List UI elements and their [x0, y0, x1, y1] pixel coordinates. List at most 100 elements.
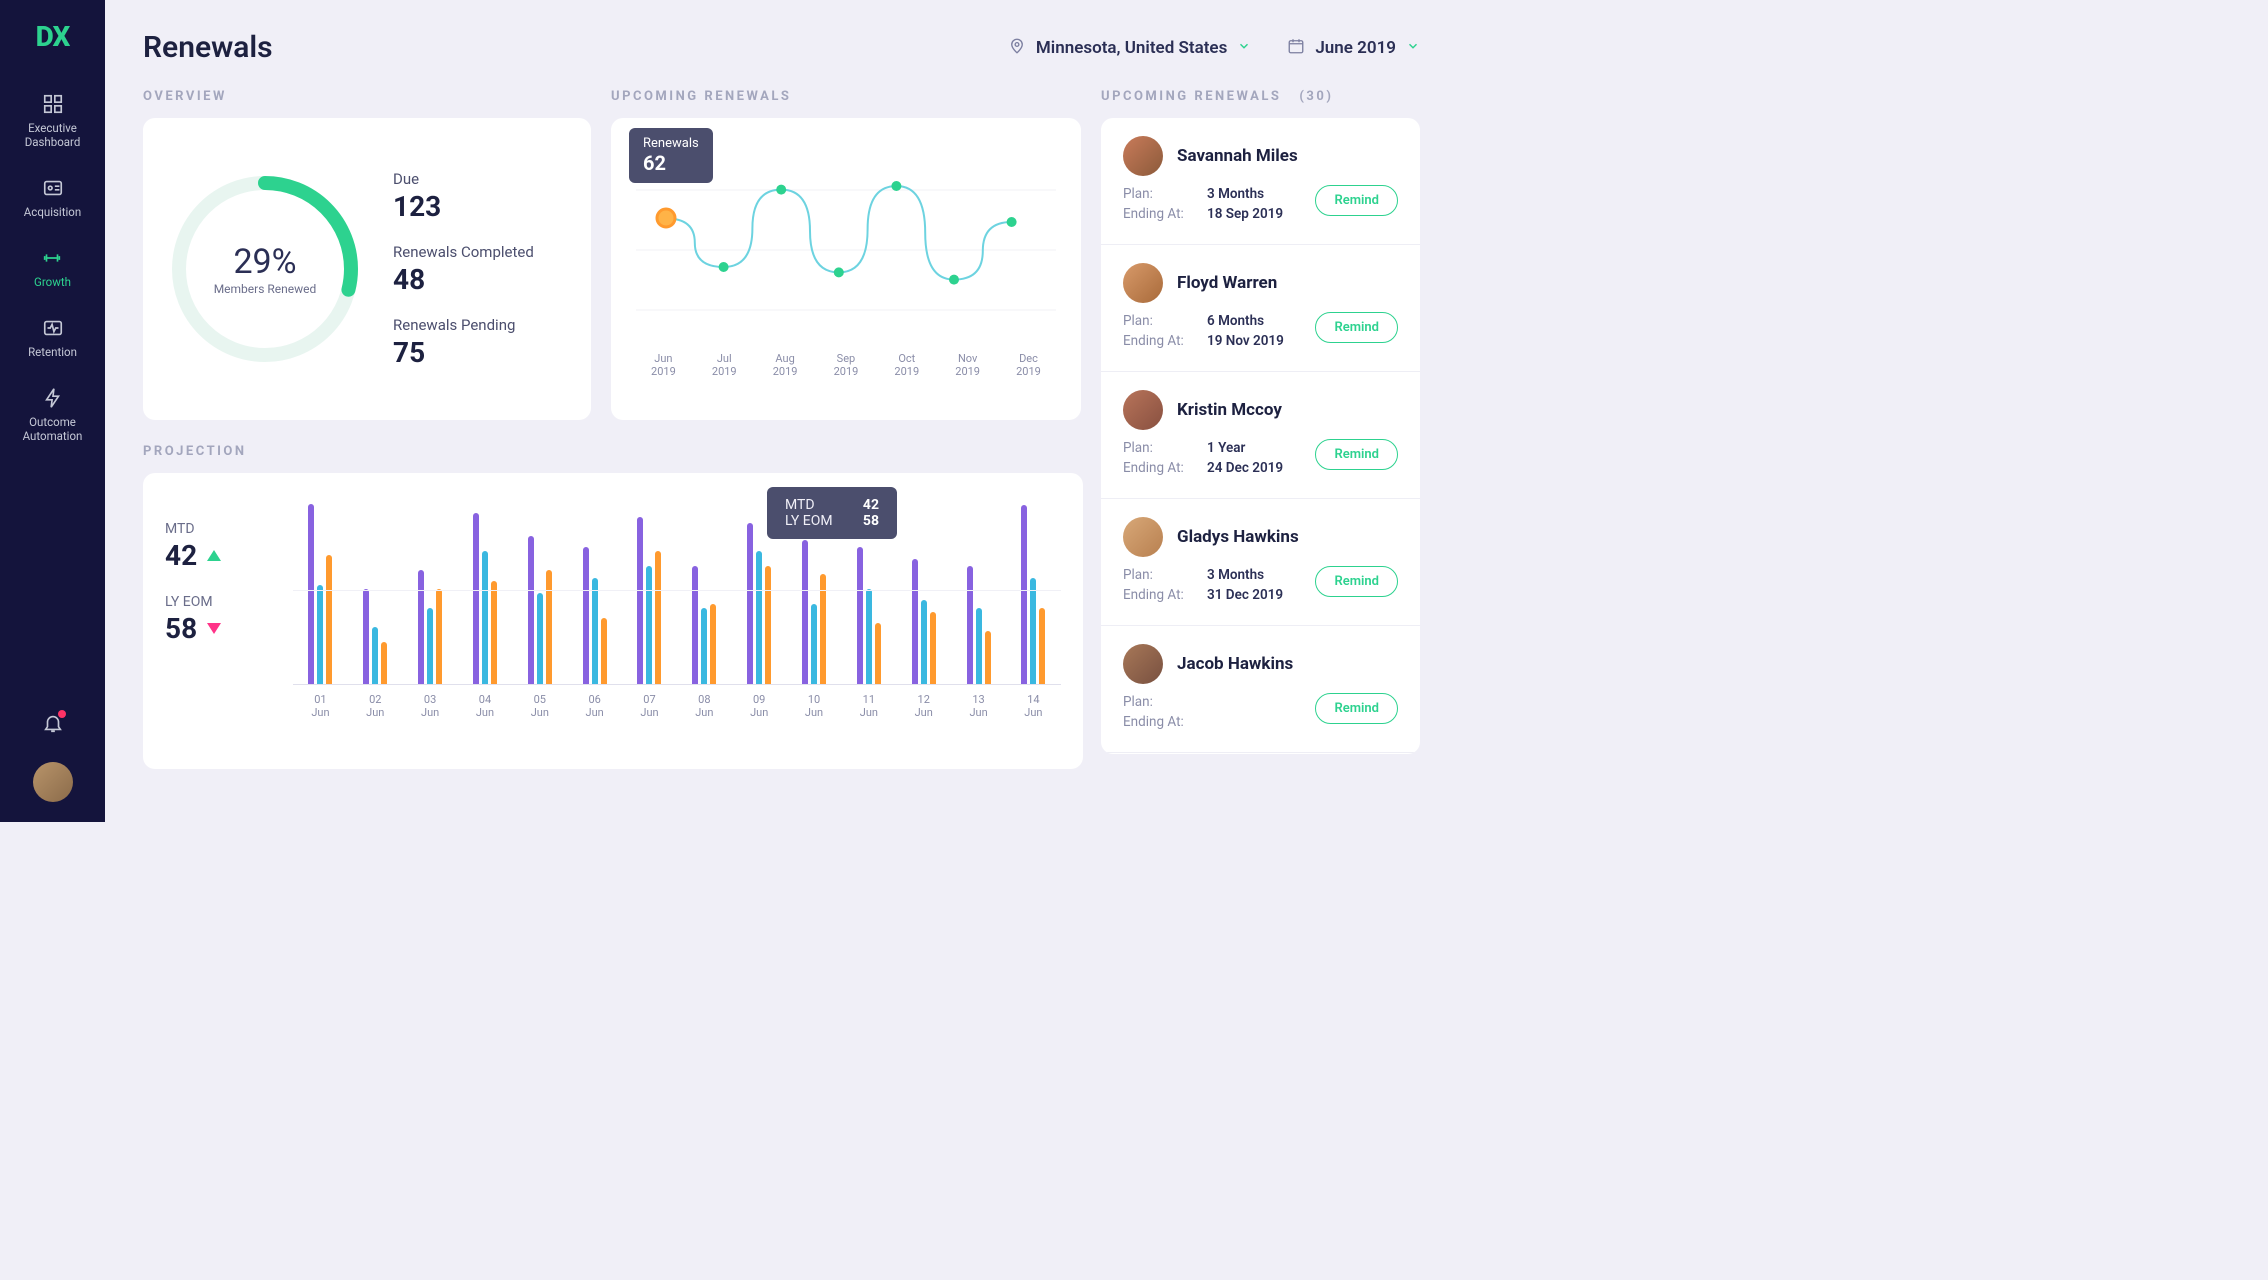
remind-button[interactable]: Remind — [1315, 693, 1398, 724]
bar-group — [857, 547, 881, 684]
upcoming-chart-card: Renewals 62 Jun2019Jul2019Aug2019Sep2019… — [611, 118, 1081, 420]
data-point — [719, 262, 729, 272]
plan-label: Plan: — [1123, 186, 1189, 202]
nav-label: Executive Dashboard — [6, 121, 99, 149]
bar — [967, 566, 973, 684]
plan-value: 6 Months — [1207, 313, 1264, 329]
nav-retention[interactable]: Retention — [22, 317, 83, 359]
bar — [592, 578, 598, 684]
bar — [537, 593, 543, 684]
plan-value: 1 Year — [1207, 440, 1245, 456]
member-avatar — [1123, 390, 1163, 430]
bar — [601, 618, 607, 685]
end-value: 18 Sep 2019 — [1207, 206, 1283, 222]
logo: DX — [36, 20, 70, 53]
renewal-item: Gladys Hawkins Plan:3 Months Ending At:3… — [1101, 499, 1420, 626]
x-tick: Nov2019 — [955, 352, 980, 378]
bar-group — [967, 566, 991, 684]
nav-executive-dashboard[interactable]: Executive Dashboard — [0, 93, 105, 149]
bar — [1039, 608, 1045, 684]
bar-group — [692, 566, 716, 684]
bar-group — [912, 559, 936, 684]
lyeom-label: LY EOM — [165, 594, 265, 610]
bar — [1030, 578, 1036, 684]
bar — [802, 540, 808, 684]
bar — [912, 559, 918, 684]
bar-group — [363, 589, 387, 684]
data-point — [834, 267, 844, 277]
overview-heading: OVERVIEW — [143, 89, 591, 104]
bar-group — [1021, 505, 1045, 684]
bar — [482, 551, 488, 684]
nav-growth[interactable]: Growth — [28, 247, 77, 289]
bar — [436, 589, 442, 684]
projection-card: MTD 42 LY EOM 58 MTD42 LY EOM58 01Jun02J… — [143, 473, 1083, 769]
member-avatar — [1123, 136, 1163, 176]
bar — [820, 574, 826, 684]
id-icon — [42, 177, 64, 199]
end-value: 19 Nov 2019 — [1207, 333, 1284, 349]
bar — [363, 589, 369, 684]
bar — [710, 604, 716, 684]
x-tick: 05Jun — [531, 693, 549, 719]
member-name: Jacob Hawkins — [1177, 654, 1293, 674]
bar — [583, 547, 589, 684]
end-label: Ending At: — [1123, 333, 1189, 349]
location-filter[interactable]: Minnesota, United States — [1008, 37, 1251, 59]
bar — [427, 608, 433, 684]
bar — [756, 551, 762, 684]
nav-label: Growth — [34, 275, 71, 289]
notifications-button[interactable] — [42, 712, 64, 738]
remind-button[interactable]: Remind — [1315, 312, 1398, 343]
nav-label: Acquisition — [24, 205, 81, 219]
bar — [491, 581, 497, 684]
x-tick: 02Jun — [366, 693, 384, 719]
member-name: Kristin Mccoy — [1177, 400, 1282, 420]
bar — [976, 608, 982, 684]
member-name: Savannah Miles — [1177, 146, 1298, 166]
bar-group — [583, 547, 607, 684]
stat-due: Due 123 — [393, 170, 534, 223]
topbar: Renewals Minnesota, United States June 2… — [143, 30, 1420, 65]
bar — [765, 566, 771, 684]
bar — [1021, 505, 1027, 684]
renewal-item: Floyd Warren Plan:6 Months Ending At:19 … — [1101, 245, 1420, 372]
bar — [528, 536, 534, 684]
bar — [546, 570, 552, 684]
projection-bars: MTD42 LY EOM58 01Jun02Jun03Jun04Jun05Jun… — [293, 495, 1061, 747]
x-tick: 14Jun — [1024, 693, 1042, 719]
x-tick: Jun2019 — [651, 352, 676, 378]
bar — [473, 513, 479, 684]
donut-percent: 29% — [233, 242, 296, 282]
renewal-item: Savannah Miles Plan:3 Months Ending At:1… — [1101, 118, 1420, 245]
nav-outcome-automation[interactable]: Outcome Automation — [0, 387, 105, 443]
bar — [372, 627, 378, 684]
mtd-value: 42 — [165, 539, 197, 572]
stat-label: Renewals Pending — [393, 316, 534, 334]
nav-acquisition[interactable]: Acquisition — [18, 177, 87, 219]
bar-group — [747, 523, 771, 685]
renewals-list-heading: UPCOMING RENEWALS — [1101, 89, 1281, 104]
member-avatar — [1123, 517, 1163, 557]
end-value: 31 Dec 2019 — [1207, 587, 1283, 603]
period-filter[interactable]: June 2019 — [1287, 37, 1420, 59]
renewals-list[interactable]: Savannah Miles Plan:3 Months Ending At:1… — [1101, 118, 1420, 754]
member-avatar — [1123, 263, 1163, 303]
data-point — [776, 185, 786, 195]
remind-button[interactable]: Remind — [1315, 439, 1398, 470]
trend-down-icon — [207, 623, 221, 634]
remind-button[interactable]: Remind — [1315, 185, 1398, 216]
current-user-avatar[interactable] — [33, 762, 73, 802]
plan-label: Plan: — [1123, 313, 1189, 329]
bar — [921, 600, 927, 684]
bar-group — [473, 513, 497, 684]
highlight-dot — [657, 209, 675, 227]
bar-group — [308, 504, 332, 685]
bar — [747, 523, 753, 685]
remind-button[interactable]: Remind — [1315, 566, 1398, 597]
data-point — [949, 275, 959, 285]
bar-group — [528, 536, 552, 684]
trend-up-icon — [207, 550, 221, 561]
bar — [930, 612, 936, 684]
chevron-down-icon — [1237, 38, 1251, 57]
